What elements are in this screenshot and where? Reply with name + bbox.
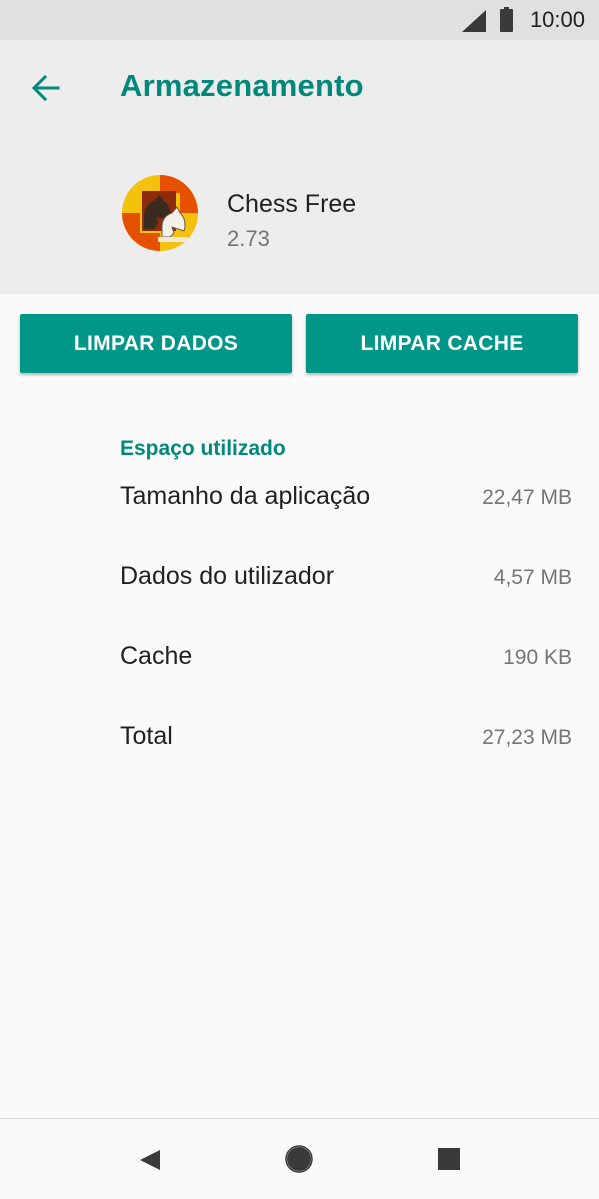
total-label: Total: [120, 722, 173, 750]
signal-icon: [462, 10, 486, 32]
battery-icon: [500, 7, 513, 32]
status-bar: 10:00: [0, 0, 599, 40]
user-data-label: Dados do utilizador: [120, 562, 335, 590]
app-header: Armazenamento Chess Free 2.73: [0, 40, 599, 294]
page-title: Armazenamento: [120, 68, 364, 103]
app-size-label: Tamanho da aplicação: [120, 482, 371, 510]
total-value: 27,23 MB: [482, 726, 572, 749]
clear-cache-button[interactable]: LIMPAR CACHE: [306, 314, 578, 373]
nav-recents-icon[interactable]: [438, 1148, 460, 1170]
app-name: Chess Free: [227, 190, 357, 218]
clear-data-button[interactable]: LIMPAR DADOS: [20, 314, 292, 373]
section-title: Espaço utilizado: [120, 437, 286, 460]
back-button[interactable]: [24, 68, 68, 108]
cache-value: 190 KB: [503, 646, 572, 669]
status-time: 10:00: [529, 7, 585, 32]
cache-label: Cache: [120, 642, 193, 670]
nav-back-icon[interactable]: [138, 1148, 162, 1172]
arrow-back-icon: [31, 74, 60, 102]
user-data-value: 4,57 MB: [493, 566, 572, 589]
chess-knight-icon: [122, 175, 198, 251]
app-version: 2.73: [227, 226, 270, 251]
app-size-value: 22,47 MB: [482, 486, 572, 509]
navigation-bar: [0, 1118, 599, 1199]
nav-home-icon[interactable]: [285, 1145, 313, 1173]
